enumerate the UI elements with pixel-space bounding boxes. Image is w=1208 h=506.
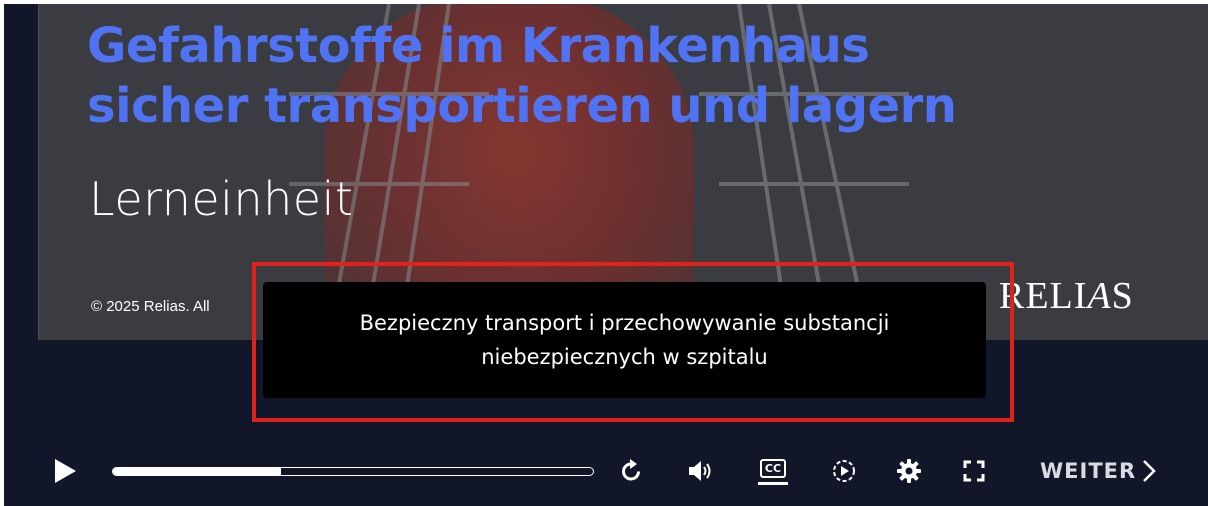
chevron-right-icon (1143, 460, 1156, 482)
volume-icon (689, 461, 711, 481)
captions-active-indicator (758, 482, 788, 485)
video-player: Gefahrstoffe im Krankenhaus sicher trans… (4, 4, 1208, 506)
slide-subtitle: Lerneinheit (89, 172, 354, 226)
settings-button[interactable] (894, 456, 924, 486)
replay-icon (622, 459, 640, 481)
copyright-text: © 2025 Relias. All (91, 298, 210, 315)
next-button-label: WEITER (1040, 459, 1137, 483)
gear-icon (897, 459, 921, 483)
next-button[interactable]: WEITER (1040, 454, 1190, 488)
slide-title-line-2: sicher transportieren und lagern (87, 78, 957, 134)
player-controls: CC WEITER (4, 444, 1208, 496)
play-icon (55, 459, 76, 483)
play-button[interactable] (50, 456, 80, 486)
progress-bar[interactable] (112, 467, 594, 476)
replay-button[interactable] (616, 456, 646, 486)
relias-logo: RELIAS (999, 275, 1134, 317)
slide-title: Gefahrstoffe im Krankenhaus sicher trans… (87, 16, 1187, 136)
playback-speed-icon (833, 460, 855, 482)
progress-fill (113, 468, 281, 475)
slide-title-line-1: Gefahrstoffe im Krankenhaus (87, 18, 870, 74)
fullscreen-button[interactable] (959, 456, 989, 486)
closed-captions-icon: CC (759, 459, 787, 478)
caption-highlight-box (252, 262, 1014, 422)
playback-speed-button[interactable] (829, 456, 859, 486)
closed-captions-button[interactable]: CC (756, 454, 790, 490)
volume-button[interactable] (686, 456, 716, 486)
fullscreen-icon (963, 460, 985, 482)
